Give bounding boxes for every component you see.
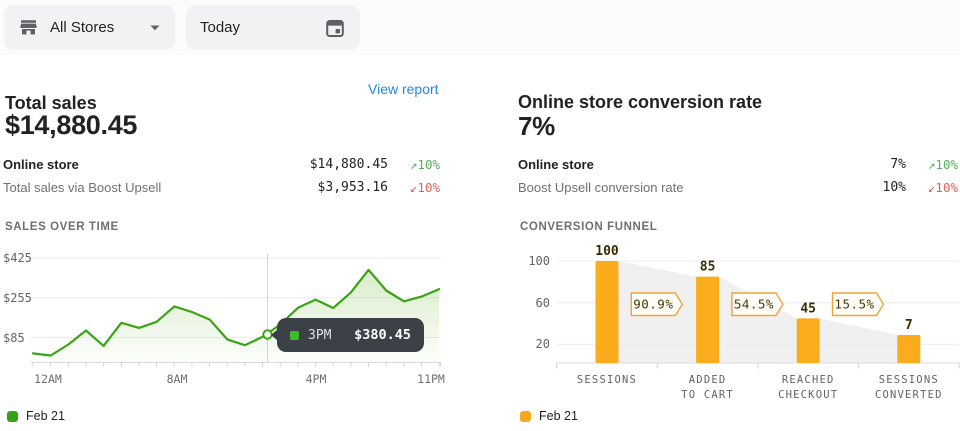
- sales-xtick: 12AM: [20, 372, 76, 386]
- metric-row-online-store: Online store 7% ↗10%: [518, 155, 958, 174]
- funnel-category-label: SESSIONS: [557, 373, 658, 388]
- funnel-ytick: 100: [522, 254, 550, 268]
- chart-tooltip: 3PM $380.45: [277, 318, 424, 352]
- legend-label: Feb 21: [26, 409, 65, 423]
- metric-change-up: ↗10%: [906, 157, 958, 172]
- date-selector-label: Today: [200, 19, 240, 36]
- sales-over-time-chart[interactable]: $425 $255 $85 12AM 8AM 4PM 11PM 3PM $380…: [0, 245, 470, 395]
- metric-label: Online store: [518, 157, 890, 172]
- funnel-bar-value: 100: [595, 245, 619, 259]
- sales-ytick: $85: [3, 331, 25, 345]
- calendar-icon: [324, 17, 346, 39]
- metric-label: Total sales via Boost Upsell: [3, 180, 318, 195]
- funnel-bar: [897, 335, 920, 363]
- funnel-ytick: 60: [522, 296, 550, 310]
- metric-label: Boost Upsell conversion rate: [518, 180, 883, 195]
- conversion-title: Online store conversion rate: [518, 92, 762, 113]
- metric-value: $3,953.16: [318, 180, 388, 195]
- metric-row-online-store: Online store $14,880.45 ↗10%: [3, 155, 440, 174]
- metric-change-up: ↗10%: [388, 157, 440, 172]
- funnel-legend: Feb 21: [520, 409, 578, 423]
- metric-value: 7%: [890, 157, 906, 172]
- topbar: All Stores Today: [0, 0, 960, 55]
- total-sales-value: $14,880.45: [5, 110, 137, 141]
- dropoff-badge-label: 54.5%: [734, 297, 774, 312]
- sales-ytick: $255: [3, 291, 32, 305]
- funnel-bar: [797, 318, 820, 363]
- sales-xtick: 8AM: [149, 372, 205, 386]
- funnel-category-label: ADDEDTO CART: [657, 373, 758, 403]
- funnel-ytick: 20: [522, 337, 550, 351]
- legend-label: Feb 21: [539, 409, 578, 423]
- metric-value: 10%: [883, 180, 906, 195]
- store-selector-button[interactable]: All Stores: [4, 5, 175, 50]
- tooltip-value: $380.45: [354, 327, 411, 343]
- metric-change-down: ↙10%: [906, 180, 958, 195]
- storefront-icon: [18, 17, 39, 38]
- funnel-bar-value: 85: [700, 260, 716, 275]
- metric-label: Online store: [3, 157, 310, 172]
- tooltip-series-swatch: [290, 331, 299, 340]
- conversion-value: 7%: [518, 111, 555, 142]
- chevron-down-icon: [149, 24, 161, 32]
- view-report-link[interactable]: View report: [368, 81, 439, 97]
- dropoff-badge-label: 15.5%: [834, 297, 874, 312]
- metric-change-down: ↙10%: [388, 180, 440, 195]
- funnel-bar: [696, 277, 719, 363]
- sales-legend: Feb 21: [7, 409, 65, 423]
- date-selector-button[interactable]: Today: [186, 5, 360, 50]
- metric-value: $14,880.45: [310, 157, 388, 172]
- funnel-bar-value: 7: [905, 318, 913, 333]
- legend-swatch-green: [7, 411, 18, 422]
- funnel-category-label: REACHEDCHECKOUT: [758, 373, 859, 403]
- funnel-bar-value: 45: [800, 301, 816, 316]
- sales-over-time-title: SALES OVER TIME: [5, 221, 119, 233]
- conversion-funnel-chart[interactable]: 100 85 45 7 90.9% 54.5% 15.5% 100 60 20 SESSIO…: [518, 245, 960, 395]
- metric-row-boost-upsell: Boost Upsell conversion rate 10% ↙10%: [518, 178, 958, 197]
- dropoff-badge-label: 90.9%: [633, 297, 673, 312]
- conversion-funnel-title: CONVERSION FUNNEL: [520, 221, 657, 233]
- sales-xtick: 11PM: [403, 372, 459, 386]
- funnel-category-label: SESSIONSCONVERTED: [859, 373, 960, 403]
- legend-swatch-orange: [520, 411, 531, 422]
- tooltip-time: 3PM: [308, 328, 331, 343]
- sales-ytick: $425: [3, 251, 32, 265]
- store-selector-label: All Stores: [50, 19, 114, 36]
- metric-row-boost-upsell: Total sales via Boost Upsell $3,953.16 ↙…: [3, 178, 440, 197]
- funnel-bar: [596, 261, 619, 363]
- funnel-category-labels: SESSIONSADDEDTO CARTREACHEDCHECKOUTSESSI…: [518, 373, 960, 407]
- sales-xtick: 4PM: [288, 372, 344, 386]
